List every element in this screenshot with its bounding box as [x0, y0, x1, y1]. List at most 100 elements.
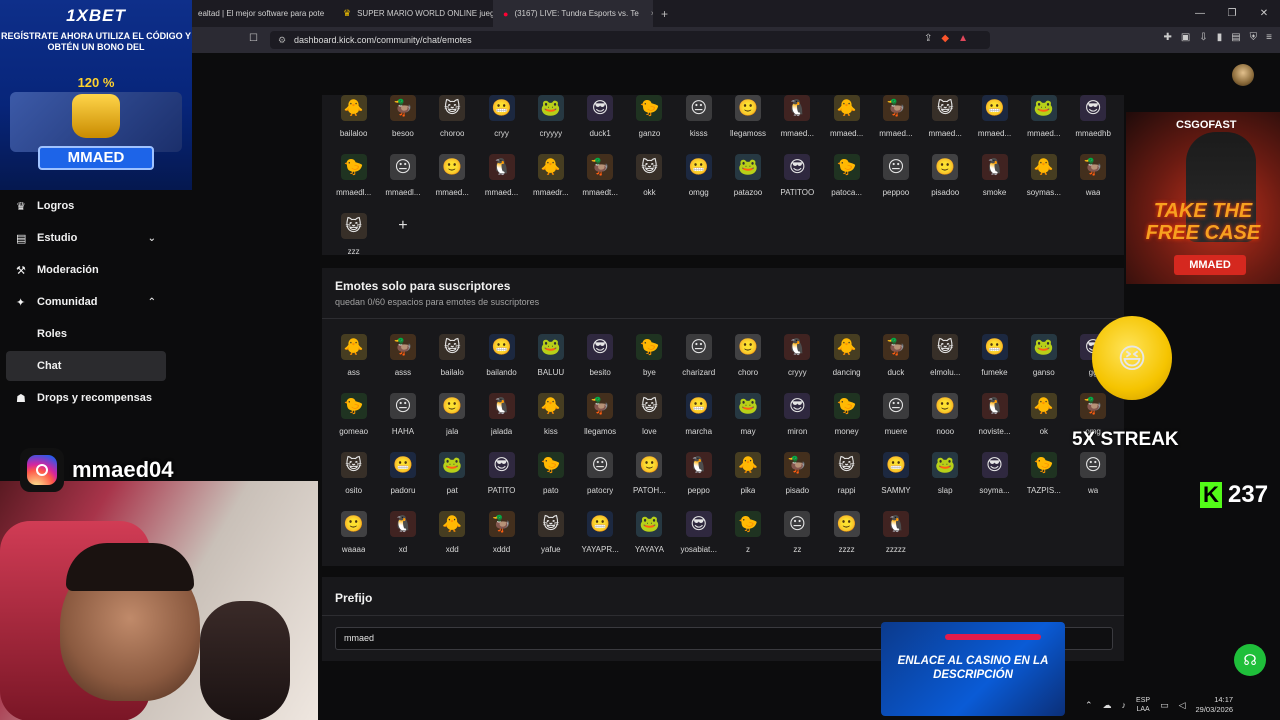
emote-tile[interactable]: 😐 zz: [773, 507, 822, 566]
menu-icon[interactable]: ≡: [1266, 32, 1272, 43]
emote-tile[interactable]: 🐥 soymas...: [1019, 150, 1068, 209]
emote-tile[interactable]: 🙂 pisadoo: [921, 150, 970, 209]
emote-tile[interactable]: 🦆 asss: [378, 330, 427, 389]
emote-tile[interactable]: 🙂 llegamoss: [723, 91, 772, 150]
browser-tab[interactable]: ealtad | El mejor software para pote: [188, 0, 333, 27]
clock[interactable]: 14:17 29/03/2026: [1196, 695, 1234, 715]
emote-tile[interactable]: 😺 choroo: [428, 91, 477, 150]
emote-tile[interactable]: 😎 yosabiat...: [674, 507, 723, 566]
browser-tab[interactable]: ♛ SUPER MARIO WORLD ONLINE juego: [333, 0, 493, 27]
emote-tile[interactable]: 🐧 jalada: [477, 389, 526, 448]
rewards-icon[interactable]: ▲: [958, 33, 968, 44]
emote-tile[interactable]: 🐸 mmaed...: [1019, 91, 1068, 150]
reader-icon[interactable]: ▤: [1231, 32, 1240, 43]
browser-tab-active[interactable]: ● (3167) LIVE: Tundra Esports vs. Te ×: [493, 0, 653, 27]
emote-tile[interactable]: 😐 muere: [871, 389, 920, 448]
sidebar-icon[interactable]: ▮: [1217, 32, 1223, 43]
emote-tile[interactable]: 😐 mmaedl...: [378, 150, 427, 209]
emote-tile[interactable]: 😎 duck1: [575, 91, 624, 150]
emote-tile[interactable]: 😬 SAMMY: [871, 448, 920, 507]
mic-icon[interactable]: ♪: [1122, 700, 1127, 710]
emote-tile[interactable]: 😐 kisss: [674, 91, 723, 150]
emote-tile[interactable]: 😐 charizard: [674, 330, 723, 389]
new-tab-button[interactable]: +: [653, 7, 676, 21]
emote-tile[interactable]: 🐥 xdd: [428, 507, 477, 566]
emote-tile[interactable]: 🐤 money: [822, 389, 871, 448]
emote-tile[interactable]: 🐸 may: [723, 389, 772, 448]
emote-tile[interactable]: 🐸 patazoo: [723, 150, 772, 209]
emote-tile[interactable]: 😺 rappi: [822, 448, 871, 507]
minimize-icon[interactable]: —: [1184, 0, 1216, 27]
emote-tile[interactable]: 🐸 BALUU: [526, 330, 575, 389]
emote-tile[interactable]: 😎 PATITO: [477, 448, 526, 507]
cloud-icon[interactable]: ☁: [1103, 700, 1112, 711]
emote-tile[interactable]: 🐸 ganso: [1019, 330, 1068, 389]
emote-tile[interactable]: 🐸 pat: [428, 448, 477, 507]
emote-tile[interactable]: 🐧 noviste...: [970, 389, 1019, 448]
nav-item-roles[interactable]: Roles: [6, 319, 166, 349]
emote-tile[interactable]: 🐤 gomeao: [329, 389, 378, 448]
maximize-icon[interactable]: ❐: [1216, 0, 1248, 27]
emote-tile[interactable]: 🦆 xddd: [477, 507, 526, 566]
emote-tile[interactable]: 😺 osito: [329, 448, 378, 507]
emote-tile[interactable]: 😬 YAYAPR...: [575, 507, 624, 566]
emote-tile[interactable]: 😬 cryy: [477, 91, 526, 150]
emote-tile[interactable]: 😬 omgg: [674, 150, 723, 209]
address-bar[interactable]: ⚙ dashboard.kick.com/community/chat/emot…: [270, 31, 990, 49]
emote-tile[interactable]: 😐 HAHA: [378, 389, 427, 448]
user-avatar[interactable]: [1232, 64, 1254, 86]
emote-tile[interactable]: 😐 peppoo: [871, 150, 920, 209]
language-indicator[interactable]: ESP LAA: [1136, 696, 1150, 714]
emote-tile[interactable]: 🐤 z: [723, 507, 772, 566]
emote-tile[interactable]: 🐥 mmaedr...: [526, 150, 575, 209]
emote-tile[interactable]: 😬 marcha: [674, 389, 723, 448]
volume-icon[interactable]: ◁: [1179, 700, 1186, 711]
emote-tile[interactable]: 🙂 jala: [428, 389, 477, 448]
emote-tile[interactable]: 🙂 choro: [723, 330, 772, 389]
nav-item-moderacion[interactable]: ⚒ Moderación: [6, 255, 166, 285]
emote-tile[interactable]: 🙂 mmaed...: [428, 150, 477, 209]
emote-tile[interactable]: 🦆 waa: [1068, 150, 1117, 209]
emote-tile[interactable]: 🐤 ganzo: [625, 91, 674, 150]
emote-tile[interactable]: 😺 okk: [625, 150, 674, 209]
emote-tile[interactable]: 🐥 ass: [329, 330, 378, 389]
site-info-icon[interactable]: ⚙: [278, 31, 286, 49]
emote-tile[interactable]: 😎 mmaedhb: [1068, 91, 1117, 150]
emote-tile[interactable]: 🦆 mmaedt...: [575, 150, 624, 209]
emote-tile[interactable]: 😎 miron: [773, 389, 822, 448]
emote-tile[interactable]: 😬 fumeke: [970, 330, 1019, 389]
emote-tile[interactable]: 🙂 nooo: [921, 389, 970, 448]
vpn-icon[interactable]: ⛨: [1250, 32, 1258, 43]
nav-item-chat[interactable]: Chat: [6, 351, 166, 381]
emote-tile[interactable]: 🐧 mmaed...: [773, 91, 822, 150]
add-emote-button[interactable]: +: [378, 209, 427, 268]
wallet-icon[interactable]: ▣: [1181, 32, 1190, 43]
emote-tile[interactable]: 🐤 patoca...: [822, 150, 871, 209]
emote-tile[interactable]: 🐥 bailaloo: [329, 91, 378, 150]
emote-tile[interactable]: 🐸 YAYAYA: [625, 507, 674, 566]
emote-tile[interactable]: 🐧 peppo: [674, 448, 723, 507]
emote-tile[interactable]: 🙂 zzzz: [822, 507, 871, 566]
emote-tile[interactable]: 😺 zzz: [329, 209, 378, 268]
close-window-icon[interactable]: ✕: [1248, 0, 1280, 27]
emote-tile[interactable]: 🙂 PATOH...: [625, 448, 674, 507]
emote-tile[interactable]: 🐤 bye: [625, 330, 674, 389]
bookmark-icon[interactable]: ☐: [249, 33, 258, 44]
emote-tile[interactable]: 🐧 smoke: [970, 150, 1019, 209]
emote-tile[interactable]: 🐧 xd: [378, 507, 427, 566]
emote-tile[interactable]: 😺 bailalo: [428, 330, 477, 389]
emote-tile[interactable]: 🦆 duck: [871, 330, 920, 389]
network-icon[interactable]: ▭: [1160, 700, 1169, 711]
nav-item-drops[interactable]: ☗ Drops y recompensas: [6, 383, 166, 413]
emote-tile[interactable]: 🐸 cryyyy: [526, 91, 575, 150]
emote-tile[interactable]: 🐥 ok: [1019, 389, 1068, 448]
emote-tile[interactable]: 🐤 mmaedl...: [329, 150, 378, 209]
emote-tile[interactable]: 😐 wa: [1068, 448, 1117, 507]
brave-shield-icon[interactable]: ◆: [941, 33, 949, 44]
emote-tile[interactable]: 😎 besito: [575, 330, 624, 389]
emote-tile[interactable]: 😺 love: [625, 389, 674, 448]
emote-tile[interactable]: 🐤 TAZPIS...: [1019, 448, 1068, 507]
emote-tile[interactable]: 🦆 besoo: [378, 91, 427, 150]
support-chat-button[interactable]: ☊: [1234, 644, 1266, 676]
emote-tile[interactable]: 😺 yafue: [526, 507, 575, 566]
